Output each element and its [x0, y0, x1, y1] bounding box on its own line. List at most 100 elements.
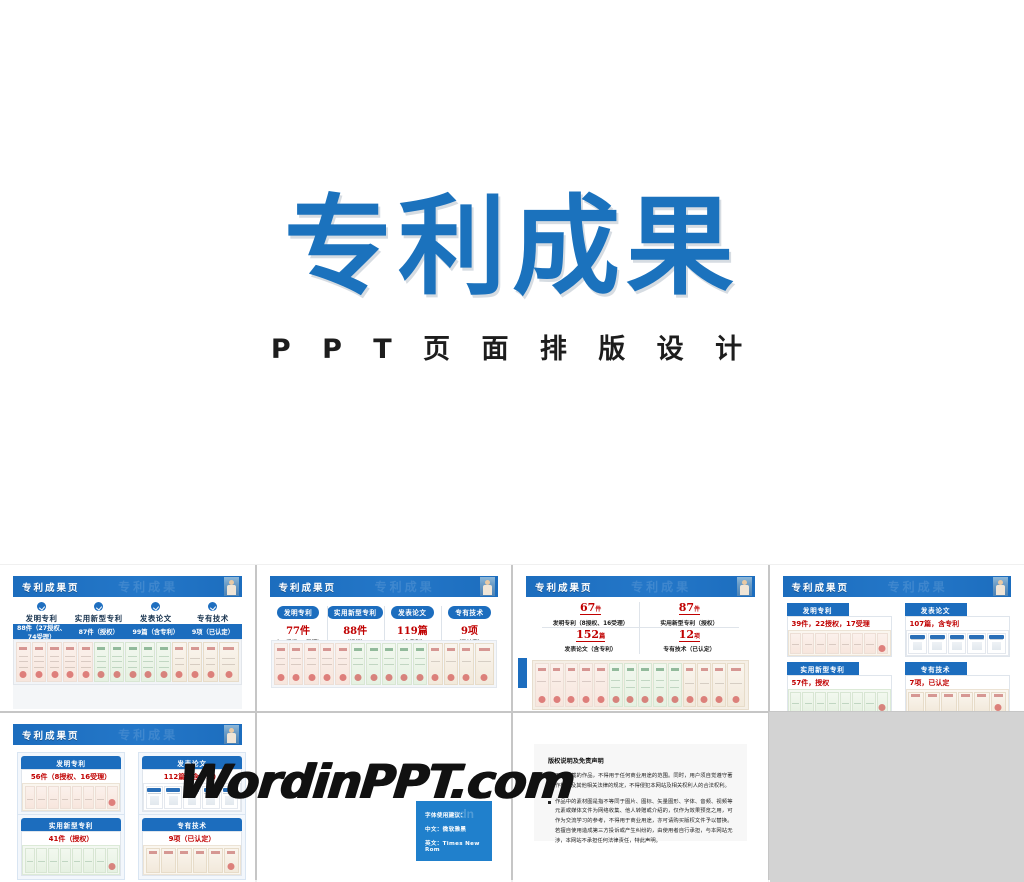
certificate-thumb [146, 848, 161, 873]
slide-5-header-ghost: 专利成果 [118, 726, 178, 743]
slide-5-card-4-strip [143, 845, 241, 875]
paper-thumb [967, 633, 986, 654]
slide-1-stat-3: 99篇（含专利） [127, 627, 184, 636]
certificate-thumb [852, 633, 863, 654]
slide-5-card-3-strip [22, 845, 120, 875]
slide-5-card-3-label: 实用新型专利 [21, 818, 121, 831]
certificate-thumb [852, 692, 863, 712]
slide-4-card-2-label: 发表论文 [905, 603, 967, 616]
certificate-thumb [72, 848, 83, 873]
slide-4-card-4-body: 7项，已认定 [905, 675, 1010, 711]
certificate-thumb [802, 633, 813, 654]
slide-1-column-3: 发表论文 [127, 602, 184, 624]
slide-4-card-1-stat: 39件，22授权，17受理 [788, 617, 891, 630]
slide-3-label-3: 发表论文（含专利） [565, 644, 617, 653]
slide-4-card-3-body: 57件，授权 [787, 675, 892, 711]
certificate-thumb [877, 692, 888, 712]
slide-4-card-1-body: 39件，22授权，17受理 [787, 616, 892, 657]
certificate-thumb [172, 642, 187, 682]
certificate-thumb [193, 848, 208, 873]
slide-1-footer-area [13, 685, 242, 709]
certificate-thumb [224, 848, 239, 873]
certificate-thumb [444, 643, 458, 685]
slide-4-card-3-strip [788, 689, 891, 711]
slide-4-card-2-strip [906, 630, 1009, 656]
certificate-thumb [219, 642, 239, 682]
slide-4-card-3-label: 实用新型专利 [787, 662, 859, 675]
slide-5-card-1-body: 56件（8授权、16受理） [21, 769, 121, 812]
slide-4-card-1-label: 发明专利 [787, 603, 849, 616]
slide-thumbnail-2[interactable]: 专利成果页 专利成果 发明专利 77件 （26授权,71受理） 实用新型专利 8… [257, 565, 512, 711]
certificate-thumb [864, 633, 875, 654]
slide-2-label-2: 实用新型专利 [327, 606, 384, 619]
certificate-thumb [802, 692, 813, 712]
title-slide: 专利成果 P P T 页 面 排 版 设 计 [0, 0, 1024, 565]
slide-1-header-title: 专利成果页 [22, 580, 80, 594]
certificate-thumb [25, 848, 36, 873]
person-photo-icon [224, 577, 239, 596]
slide-thumbnail-8[interactable] [770, 713, 1024, 882]
slide-5-header-title: 专利成果页 [22, 728, 80, 742]
slide-2-number-1: 77件 [270, 622, 327, 637]
slide-4-card-4: 专有技术 7项，已认定 [905, 662, 1010, 711]
slide-3-stat-grid: 67件 发明专利（8授权、16受理） 87件 实用新型专利（授权） 152篇 发… [542, 602, 739, 654]
slide-4-card-1: 发明专利 39件，22授权，17受理 [787, 603, 892, 657]
slide-1-columns: 发明专利 实用新型专利 发表论文 专有技术 [13, 602, 242, 624]
page-title: 专利成果 [0, 190, 1024, 307]
slide-5-card-4: 专有技术 9项（已认定） [138, 814, 246, 880]
font-note-chinese: 中文：微软雅黑 [425, 825, 492, 833]
slide-4-card-4-label: 专有技术 [905, 662, 967, 675]
certificate-thumb [94, 642, 109, 682]
copyright-text-2: 作品中的素材图是指不等同于图片、图标、矢量图形、字体、音频、视频等元素或媒体文件… [555, 798, 733, 847]
certificate-thumb [110, 642, 125, 682]
slide-2-label-3: 发表论文 [391, 606, 433, 619]
certificate-thumb [48, 786, 59, 809]
slide-2-number-3: 119篇 [384, 622, 441, 637]
slide-5-card-4-stat: 9项（已认定） [143, 832, 241, 845]
slide-4-card-3-stat: 57件，授权 [788, 676, 891, 689]
certificate-thumb [840, 633, 851, 654]
slide-3-cell-3: 152篇 发表论文（含专利） [542, 628, 640, 654]
certificate-thumb [78, 642, 93, 682]
slide-3-side-accent [518, 658, 527, 688]
slide-2-number-2: 88件 [327, 622, 384, 637]
slide-thumbnail-3[interactable]: 专利成果页 专利成果 67件 发明专利（8授权、16受理） 87件 实用新型专利… [513, 565, 768, 711]
slide-4-header-ghost: 专利成果 [888, 578, 948, 595]
certificate-thumb [877, 633, 888, 654]
check-circle-icon [94, 602, 103, 611]
certificate-thumb [320, 643, 334, 685]
slide-thumbnail-grid: 专利成果页 专利成果 发明专利 实用新型专利 发表论文 [0, 565, 1024, 880]
paper-thumb [928, 633, 947, 654]
certificate-thumb [141, 642, 156, 682]
copyright-title: 版权说明及免责声明 [548, 756, 733, 765]
slide-1-column-4: 专有技术 [184, 602, 241, 624]
certificate-thumb [624, 663, 638, 707]
check-circle-icon [151, 602, 160, 611]
paper-thumb [908, 633, 927, 654]
person-photo-icon [737, 577, 752, 596]
certificate-thumb [47, 642, 62, 682]
slide-3-cell-2: 87件 实用新型专利（授权） [640, 602, 738, 628]
certificate-thumb [535, 663, 549, 707]
slide-5-card-1: 发明专利 56件（8授权、16受理） [17, 752, 125, 816]
slide-1-stat-2: 87件（授权） [70, 627, 127, 636]
certificate-thumb [32, 642, 47, 682]
certificate-thumb [95, 848, 106, 873]
certificate-thumb [177, 848, 192, 873]
certificate-thumb [25, 786, 36, 809]
slide-thumbnail-4[interactable]: 专利成果页 专利成果 发明专利 39件，22授权，17受理 [770, 565, 1024, 711]
slide-4-header: 专利成果页 专利成果 [783, 576, 1012, 597]
certificate-thumb [366, 643, 380, 685]
check-circle-icon [37, 602, 46, 611]
slide-5-card-3: 实用新型专利 41件（授权） [17, 814, 125, 880]
slide-1-stat-4: 9项（已认定） [184, 627, 241, 636]
certificate-thumb [815, 692, 826, 712]
slide-4-card-2-body: 107篇，含专利 [905, 616, 1010, 657]
certificate-thumb [815, 633, 826, 654]
slide-thumbnail-1[interactable]: 专利成果页 专利成果 发明专利 实用新型专利 发表论文 [0, 565, 255, 711]
certificate-thumb [95, 786, 106, 809]
certificate-thumb [335, 643, 349, 685]
slide-2-label-1: 发明专利 [277, 606, 319, 619]
slide-2-header-ghost: 专利成果 [375, 578, 435, 595]
slide-3-header-title: 专利成果页 [535, 580, 593, 594]
